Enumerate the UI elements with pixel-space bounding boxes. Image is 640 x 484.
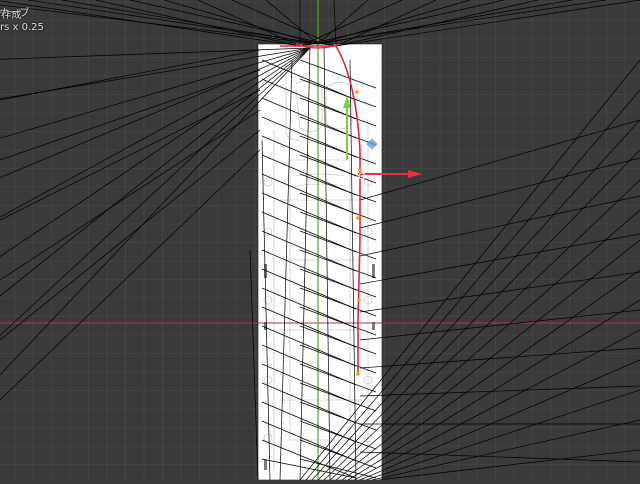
wire-edge bbox=[61, 0, 319, 45]
wire-edge bbox=[317, 0, 369, 45]
wire-edge bbox=[249, 249, 259, 481]
reference-image-background bbox=[258, 44, 382, 480]
wire-edge bbox=[365, 389, 640, 481]
curve-point[interactable] bbox=[355, 90, 359, 94]
curve-point[interactable] bbox=[357, 298, 361, 302]
wire-edge bbox=[377, 449, 640, 481]
wire-edge bbox=[0, 89, 261, 221]
curve-point[interactable] bbox=[358, 168, 362, 172]
wire-edge bbox=[359, 347, 640, 369]
wire-edge bbox=[0, 109, 261, 281]
reference-image bbox=[257, 43, 383, 481]
hud-line3: rs x 0.25 bbox=[0, 22, 44, 33]
wire-edge bbox=[359, 119, 640, 201]
wire-edge bbox=[359, 271, 640, 313]
wire-edge bbox=[341, 269, 640, 481]
gizmo-x-arrow-icon[interactable] bbox=[408, 170, 422, 178]
curve-point[interactable] bbox=[356, 372, 360, 376]
wire-edge bbox=[359, 359, 640, 481]
wire-edge bbox=[359, 451, 640, 463]
wire-edge bbox=[359, 309, 640, 341]
wire-edge bbox=[359, 233, 640, 285]
viewport-canvas[interactable] bbox=[0, 0, 640, 481]
curve-point[interactable] bbox=[356, 216, 360, 220]
wire-edge bbox=[359, 385, 640, 397]
wire-edge bbox=[371, 419, 640, 481]
3d-viewport[interactable]: f作成 カーブ bbox=[0, 0, 640, 481]
wire-edge bbox=[0, 149, 261, 401]
operator-info: rs x 0.25 bbox=[0, 18, 44, 34]
